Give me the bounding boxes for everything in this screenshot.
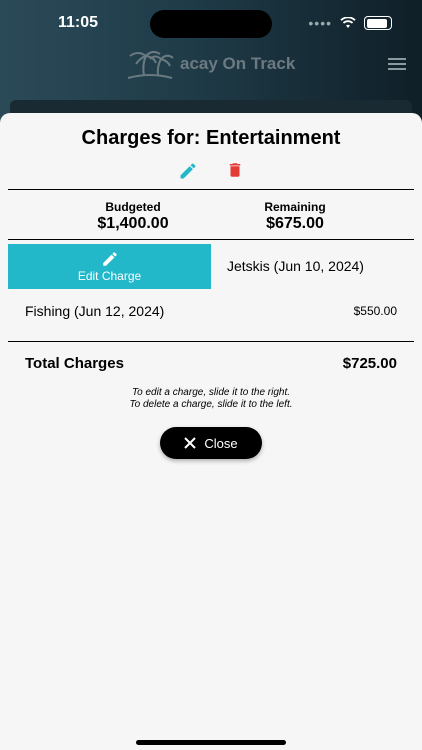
hamburger-icon[interactable] bbox=[388, 58, 406, 73]
x-icon bbox=[184, 437, 197, 449]
pencil-icon bbox=[180, 163, 196, 179]
edit-category-button[interactable] bbox=[178, 161, 198, 186]
sheet-title: Charges for: Entertainment bbox=[81, 127, 341, 149]
charge-amount: $550.00 bbox=[353, 304, 397, 318]
edit-charge-button[interactable]: Edit Charge bbox=[8, 244, 211, 289]
palm-tree-icon bbox=[127, 50, 174, 79]
close-label: Close bbox=[204, 435, 238, 451]
battery-icon bbox=[364, 16, 392, 30]
edit-charge-label: Edit Charge bbox=[77, 269, 142, 283]
hint-delete: To delete a charge, slide it to the left… bbox=[129, 399, 293, 410]
charges-sheet: Charges for: Entertainment Budgeted $1,4… bbox=[0, 113, 422, 750]
charge-item-fishing[interactable]: Fishing (Jun 12, 2024) $550.00 bbox=[0, 298, 422, 322]
status-time: 11:05 bbox=[58, 14, 99, 31]
trash-icon bbox=[229, 163, 241, 177]
remaining-label: Remaining bbox=[264, 200, 326, 214]
budgeted-value: $1,400.00 bbox=[97, 215, 169, 232]
status-bar: 11:05 •••• bbox=[0, 0, 422, 46]
remaining-value: $675.00 bbox=[266, 215, 324, 232]
signal-icon: •••• bbox=[308, 15, 332, 31]
remaining-summary: Remaining $675.00 bbox=[232, 200, 358, 233]
home-indicator bbox=[136, 740, 286, 745]
charge-item-jetskis[interactable]: Jetskis (Jun 10, 2024) bbox=[227, 258, 364, 274]
delete-category-button[interactable] bbox=[226, 160, 244, 185]
divider-middle bbox=[8, 239, 414, 240]
wifi-icon bbox=[340, 17, 356, 28]
app-header: 11:05 •••• acay On Track bbox=[0, 0, 422, 130]
budgeted-label: Budgeted bbox=[105, 200, 161, 214]
divider-bottom bbox=[8, 341, 414, 342]
status-icons: •••• bbox=[308, 15, 392, 31]
pencil-icon bbox=[103, 252, 117, 266]
app-logo: acay On Track bbox=[124, 48, 295, 80]
hint-edit: To edit a charge, slide it to the right. bbox=[131, 387, 291, 398]
total-value: $725.00 bbox=[342, 355, 397, 372]
dynamic-island bbox=[150, 10, 272, 38]
total-label: Total Charges bbox=[25, 355, 124, 372]
close-button[interactable]: Close bbox=[160, 427, 262, 459]
app-logo-text: acay On Track bbox=[180, 54, 296, 73]
divider-top bbox=[8, 189, 414, 190]
charge-name: Fishing (Jun 12, 2024) bbox=[25, 303, 165, 319]
budgeted-summary: Budgeted $1,400.00 bbox=[70, 200, 196, 233]
